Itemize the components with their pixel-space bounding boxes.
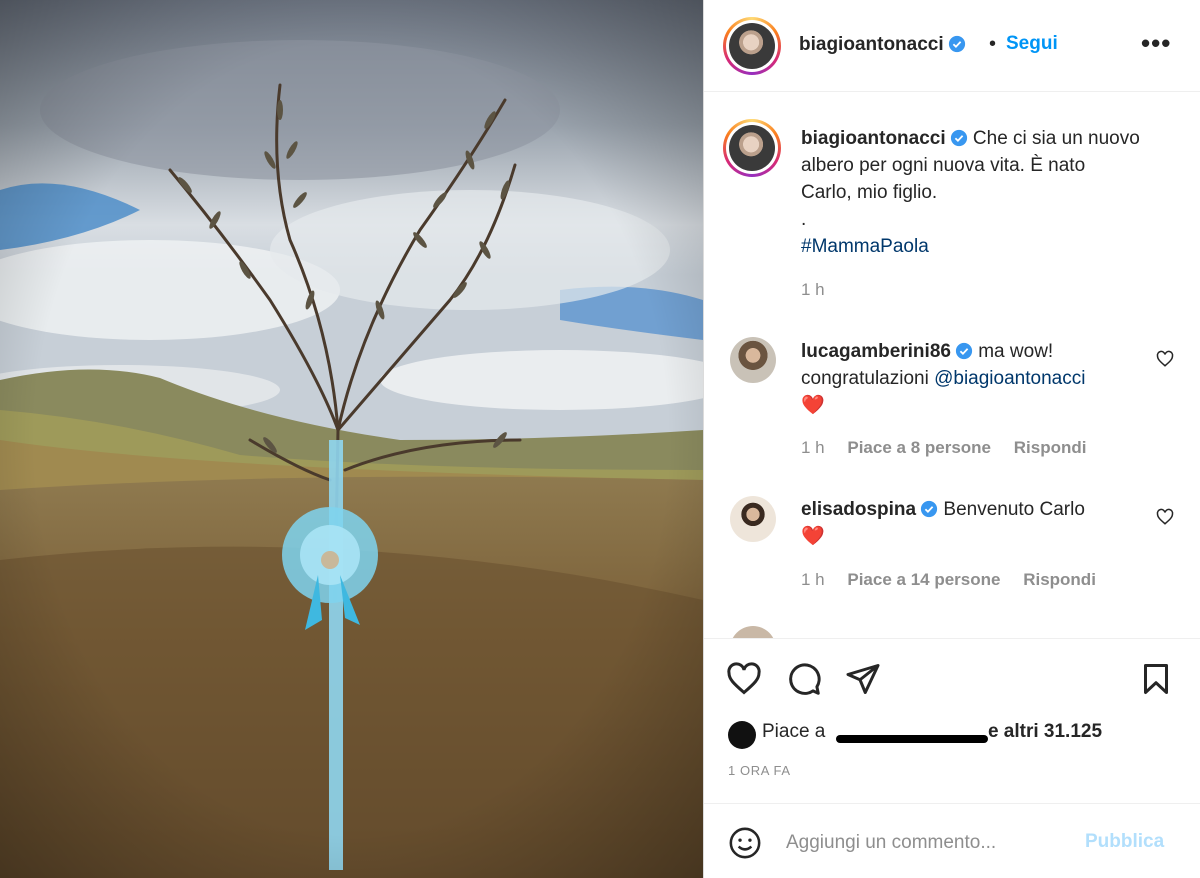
follow-button[interactable]: Segui (1006, 33, 1058, 55)
caption-line-3: Carlo, mio figlio. (801, 182, 938, 203)
comment-body-line2: congratulazioni (801, 368, 929, 389)
verified-badge-icon (948, 35, 965, 53)
heart-icon[interactable] (1156, 350, 1174, 368)
post-detail-panel: biagioantonacci • Segui ••• biagioantona… (703, 0, 1200, 878)
heart-emoji: ❤️ (801, 526, 825, 547)
commenter-username[interactable]: elisadospina (801, 499, 916, 520)
reply-button[interactable]: Rispondi (1023, 570, 1096, 589)
caption-line-1: Che ci sia un nuovo (972, 128, 1140, 149)
author-username[interactable]: biagioantonacci (799, 34, 944, 55)
verified-badge-icon (921, 500, 938, 518)
post-timestamp[interactable]: 1 ORA FA (728, 763, 791, 778)
mention-link[interactable]: @biagioantonacci (934, 368, 1085, 389)
commenter-avatar[interactable] (730, 496, 776, 542)
caption-username[interactable]: biagioantonacci (801, 128, 946, 149)
commenter-avatar-partial (730, 626, 776, 638)
more-options-icon[interactable]: ••• (1141, 28, 1171, 59)
publish-button[interactable]: Pubblica (1085, 831, 1164, 853)
comment-likes[interactable]: Piace a 8 persone (847, 438, 991, 457)
comment-meta: 1 h Piace a 8 persone Rispondi (801, 438, 1104, 458)
comments-list[interactable]: biagioantonacci Che ci sia un nuovo albe… (704, 92, 1200, 638)
heart-icon[interactable] (1156, 508, 1174, 526)
emoji-icon[interactable] (728, 826, 762, 860)
post-photo[interactable] (0, 0, 703, 878)
post-header: biagioantonacci • Segui ••• (704, 0, 1200, 92)
comment-meta: 1 h Piace a 14 persone Rispondi (801, 570, 1114, 590)
heart-emoji: ❤️ (801, 395, 825, 416)
caption-dot: . (801, 209, 807, 230)
comment-text: elisadospina Benvenuto Carlo ❤️ (801, 496, 1085, 550)
comment-time[interactable]: 1 h (801, 438, 825, 457)
add-comment-bar: Pubblica (704, 803, 1200, 878)
caption-text: biagioantonacci Che ci sia un nuovo albe… (801, 125, 1140, 260)
comment-time[interactable]: 1 h (801, 570, 825, 589)
olive-tree-photo (0, 0, 703, 878)
comment-input[interactable] (786, 829, 1076, 857)
caption-time[interactable]: 1 h (801, 280, 825, 300)
redacted-username (836, 735, 988, 743)
verified-badge-icon (955, 342, 973, 360)
commenter-username[interactable]: lucagamberini86 (801, 341, 951, 362)
separator-dot: • (989, 33, 997, 55)
caption-avatar[interactable] (723, 119, 781, 177)
comment-icon[interactable] (786, 661, 822, 697)
verified-badge-icon (950, 129, 967, 147)
comment-text: lucagamberini86 ma wow! congratulazioni … (801, 338, 1085, 419)
comment-body: Benvenuto Carlo (943, 499, 1085, 520)
heart-icon[interactable] (726, 661, 762, 697)
commenter-avatar[interactable] (730, 337, 776, 383)
reply-button[interactable]: Rispondi (1014, 438, 1087, 457)
hashtag-link[interactable]: #MammaPaola (801, 236, 929, 257)
post-actions: Piace a e altri 31.125 1 ORA FA (704, 638, 1200, 803)
caption-line-2: albero per ogni nuova vita. È nato (801, 155, 1086, 176)
author-avatar[interactable] (723, 17, 781, 75)
comment-likes[interactable]: Piace a 14 persone (847, 570, 1000, 589)
share-icon[interactable] (845, 661, 881, 697)
comment-body: ma wow! (978, 341, 1054, 362)
bookmark-icon[interactable] (1138, 661, 1174, 697)
